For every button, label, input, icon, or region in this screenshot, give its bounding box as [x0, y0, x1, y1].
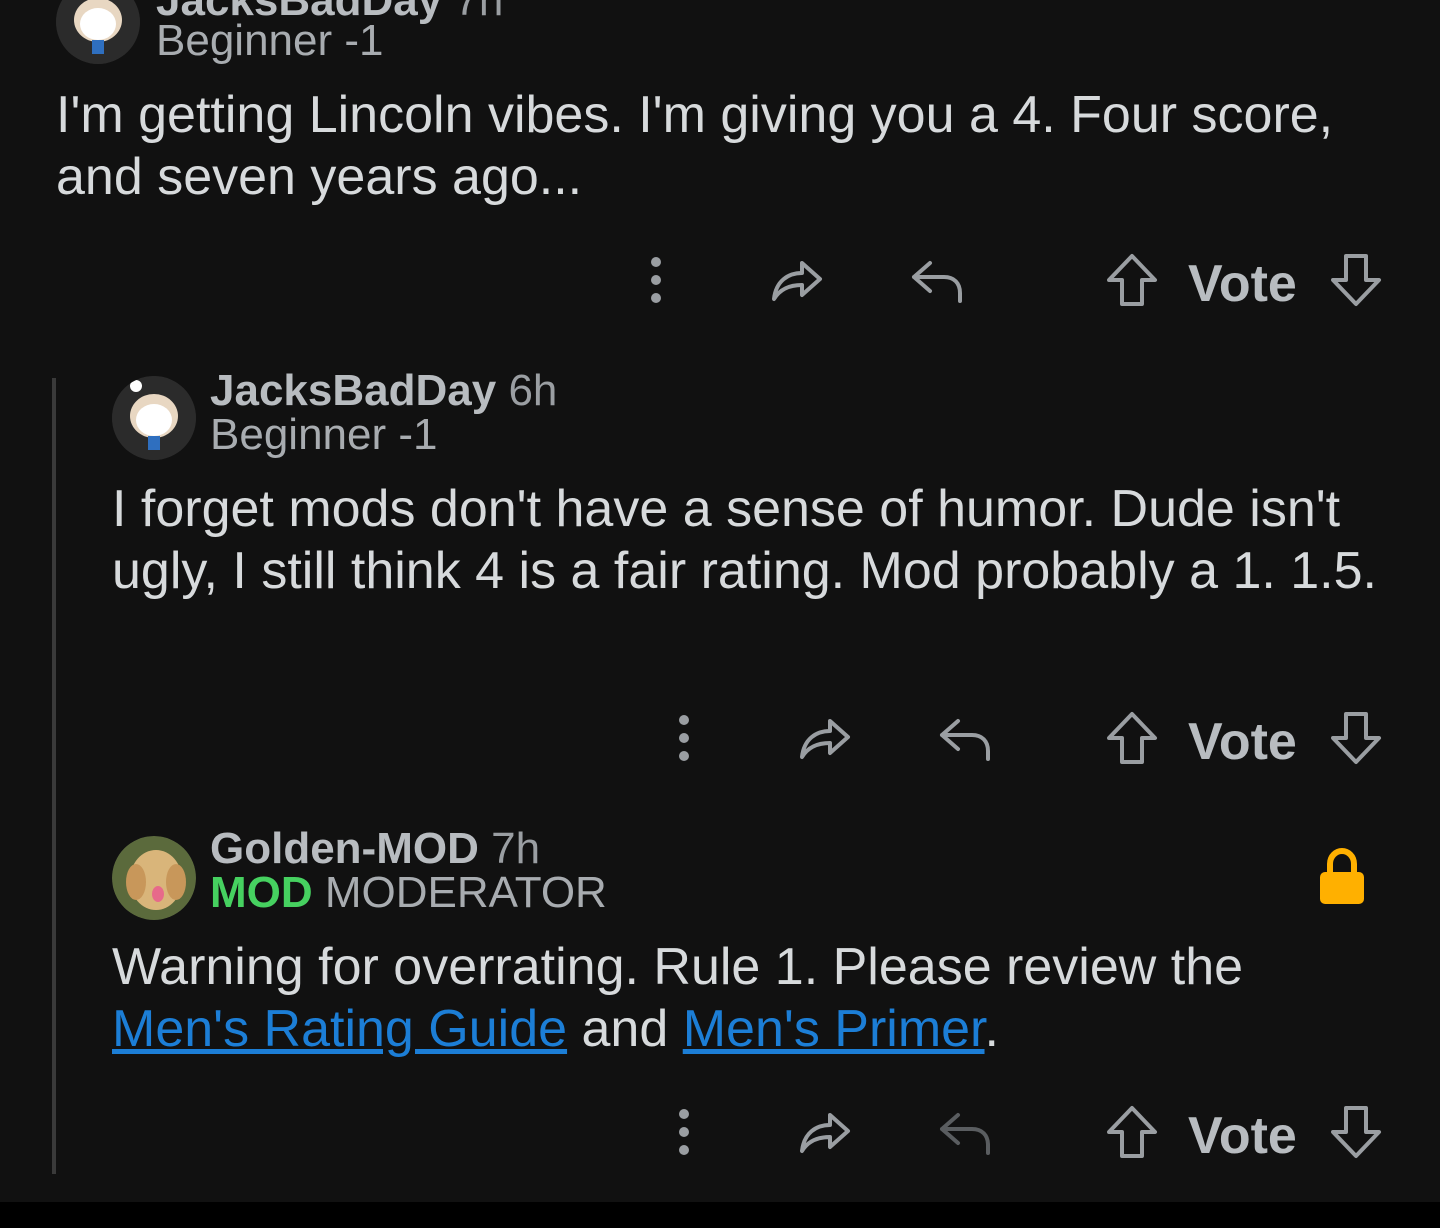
- share-icon: [772, 261, 822, 301]
- comment-username[interactable]: Golden-MOD 7h: [210, 824, 540, 874]
- upvote-icon: [1107, 254, 1157, 306]
- more-vertical-icon: [651, 257, 661, 303]
- vote-count: Vote: [1188, 1107, 1297, 1165]
- avatar[interactable]: [56, 0, 140, 64]
- more-vertical-icon: [679, 715, 689, 761]
- upvote-button[interactable]: [1104, 250, 1160, 310]
- downvote-icon: [1331, 254, 1381, 306]
- lock-icon: [1320, 848, 1364, 904]
- vote-count: Vote: [1188, 255, 1297, 313]
- thread-line[interactable]: [52, 378, 56, 1174]
- avatar[interactable]: [112, 376, 196, 460]
- comment-text: and: [581, 1000, 669, 1058]
- share-button[interactable]: [794, 1102, 854, 1162]
- reply-button[interactable]: [934, 708, 994, 768]
- more-options-button[interactable]: [658, 708, 710, 768]
- flair-text: MODERATOR: [324, 868, 607, 917]
- upvote-button[interactable]: [1104, 708, 1160, 768]
- user-flair: MOD MODERATOR: [210, 868, 607, 918]
- share-icon: [800, 719, 850, 759]
- username-text[interactable]: JacksBadDay: [210, 366, 496, 415]
- comment-age: 6h: [508, 366, 558, 415]
- downvote-icon: [1331, 1106, 1381, 1158]
- more-vertical-icon: [679, 1109, 689, 1155]
- reply-icon: [940, 719, 990, 761]
- upvote-icon: [1107, 712, 1157, 764]
- more-options-button[interactable]: [658, 1102, 710, 1162]
- comment-age: 7h: [491, 824, 541, 873]
- reply-icon: [912, 261, 962, 303]
- avatar[interactable]: [112, 836, 196, 920]
- downvote-button[interactable]: [1328, 708, 1384, 768]
- vote-count: Vote: [1188, 713, 1297, 771]
- share-button[interactable]: [766, 250, 826, 310]
- link-mens-rating-guide[interactable]: Men's Rating Guide: [112, 1000, 567, 1058]
- downvote-icon: [1331, 712, 1381, 764]
- comment-body: Warning for overrating. Rule 1. Please r…: [112, 936, 1392, 1060]
- downvote-button[interactable]: [1328, 250, 1384, 310]
- upvote-icon: [1107, 1106, 1157, 1158]
- reply-button-disabled: [934, 1102, 994, 1162]
- reply-button[interactable]: [906, 250, 966, 310]
- comment-body: I'm getting Lincoln vibes. I'm giving yo…: [56, 86, 1334, 206]
- locked-indicator: [1314, 846, 1370, 908]
- username-text[interactable]: Golden-MOD: [210, 824, 479, 873]
- upvote-button[interactable]: [1104, 1102, 1160, 1162]
- more-options-button[interactable]: [630, 250, 682, 310]
- comment-username[interactable]: JacksBadDay 6h: [210, 366, 557, 416]
- link-mens-primer[interactable]: Men's Primer: [683, 1000, 985, 1058]
- comment-text: Warning for overrating. Rule 1. Please r…: [112, 938, 1244, 996]
- comment-age: 7h: [454, 0, 504, 25]
- share-button[interactable]: [794, 708, 854, 768]
- reply-icon: [940, 1113, 990, 1155]
- user-flair: Beginner -1: [210, 410, 438, 459]
- mod-badge: MOD: [210, 868, 313, 917]
- share-icon: [800, 1113, 850, 1153]
- downvote-button[interactable]: [1328, 1102, 1384, 1162]
- comment-text: .: [984, 1000, 999, 1058]
- bottom-bar: [0, 1202, 1440, 1228]
- user-flair: Beginner -1: [156, 16, 384, 65]
- comment-body: I forget mods don't have a sense of humo…: [112, 480, 1377, 600]
